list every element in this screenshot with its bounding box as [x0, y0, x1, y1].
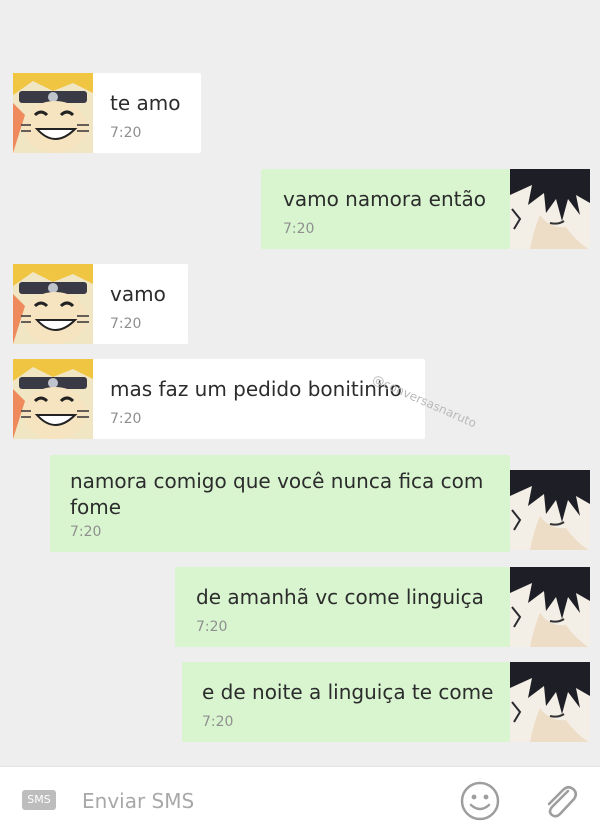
naruto-avatar[interactable] [13, 359, 93, 439]
message-text: te amo [110, 91, 181, 115]
message-text: vamo namora então [283, 187, 486, 211]
sms-badge: SMS [22, 790, 56, 810]
message-text: e de noite a linguiça te come [202, 680, 494, 704]
message-time: 7:20 [202, 714, 234, 730]
smiley-icon[interactable] [458, 779, 502, 823]
message-text-line-2: fome [70, 495, 122, 519]
message-time: 7:20 [110, 125, 142, 141]
message-text: mas faz um pedido bonitinho [110, 377, 402, 401]
paperclip-icon[interactable] [538, 779, 582, 823]
naruto-avatar[interactable] [13, 73, 93, 153]
message-time: 7:20 [283, 221, 315, 237]
chat-area[interactable]: te amo 7:20 vamo namora então 7:20 vamo … [0, 0, 600, 766]
message-time: 7:20 [110, 411, 142, 427]
message-text-line-1: namora comigo que você nunca fica com [70, 469, 484, 493]
message-text: vamo [110, 282, 166, 306]
message-bubble-outgoing[interactable]: vamo namora então 7:20 [261, 169, 510, 249]
message-bubble-incoming[interactable]: te amo 7:20 [93, 73, 201, 153]
sasuke-avatar[interactable] [510, 470, 590, 550]
message-input-bar: SMS [0, 766, 600, 839]
message-bubble-incoming[interactable]: vamo 7:20 [93, 264, 188, 344]
message-time: 7:20 [110, 316, 142, 332]
sasuke-avatar[interactable] [510, 662, 590, 742]
sasuke-avatar[interactable] [510, 169, 590, 249]
message-time: 7:20 [196, 619, 228, 635]
message-bubble-outgoing[interactable]: de amanhã vc come linguiça 7:20 [175, 567, 510, 647]
sms-input[interactable] [82, 787, 422, 815]
message-text: de amanhã vc come linguiça [196, 585, 484, 609]
naruto-avatar[interactable] [13, 264, 93, 344]
message-bubble-outgoing[interactable]: e de noite a linguiça te come 7:20 [182, 662, 510, 742]
message-time: 7:20 [70, 524, 102, 540]
sasuke-avatar[interactable] [510, 567, 590, 647]
message-bubble-outgoing[interactable]: namora comigo que você nunca fica com fo… [50, 455, 510, 552]
